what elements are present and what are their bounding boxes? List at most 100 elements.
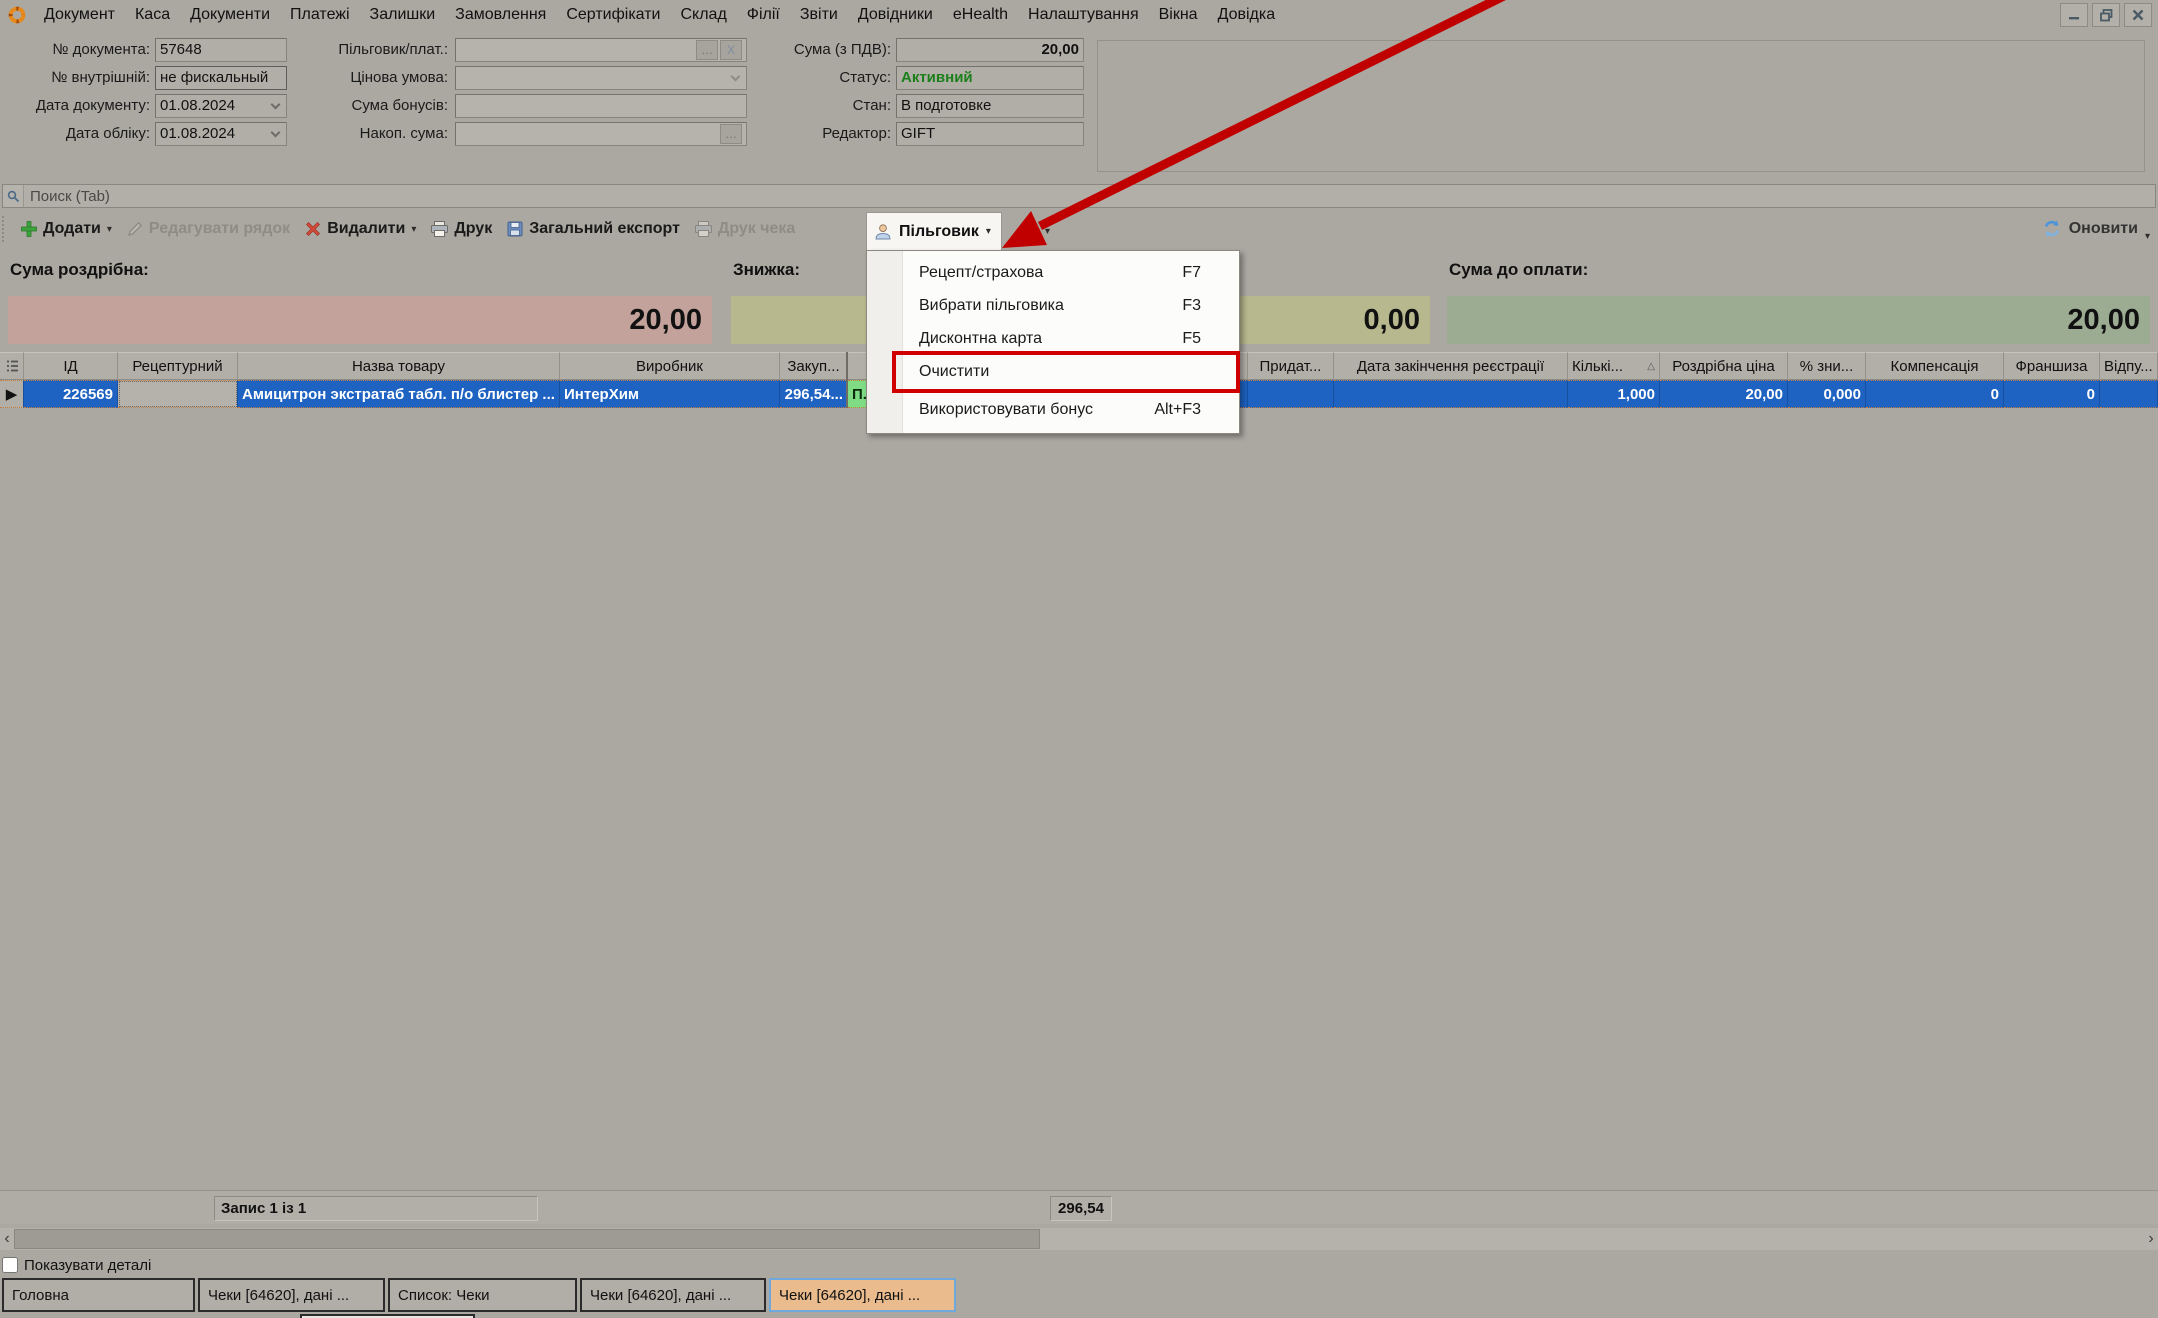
doc-number-value: 57648 — [160, 39, 282, 61]
column-header-recipe[interactable]: Рецептурний — [118, 352, 238, 380]
grid-footer: Запис 1 із 1 296,54 — [0, 1190, 2158, 1224]
tab-checks-active[interactable]: Чеки [64620], дані ... — [769, 1278, 956, 1312]
menu-item-label: Використовувати бонус — [919, 393, 1154, 426]
refresh-button[interactable]: Оновити ▾ — [2041, 212, 2150, 246]
cell-reg-end-date[interactable] — [1334, 380, 1568, 408]
sort-lines-icon — [1016, 222, 1036, 240]
menu-item-select-beneficiary[interactable]: Вибрати пільговика F3 — [867, 289, 1239, 322]
cell-franchise[interactable]: 0 — [2004, 380, 2100, 408]
internal-number-label: № внутрішній: — [8, 66, 150, 90]
menu-reports[interactable]: Звіти — [790, 0, 848, 30]
search-input[interactable] — [24, 185, 2155, 207]
menu-settings[interactable]: Налаштування — [1018, 0, 1149, 30]
menu-branches[interactable]: Філії — [737, 0, 790, 30]
price-condition-select[interactable] — [455, 66, 747, 90]
ellipsis-button[interactable]: … — [696, 40, 718, 60]
chevron-down-icon[interactable] — [731, 72, 741, 82]
bonus-sum-field[interactable] — [455, 94, 747, 118]
menu-ehealth[interactable]: eHealth — [943, 0, 1018, 30]
column-header-compensation[interactable]: Компенсація — [1866, 352, 2004, 380]
scrollbar-thumb[interactable] — [14, 1229, 1040, 1249]
tab-checks-1[interactable]: Чеки [64620], дані ... — [198, 1278, 385, 1312]
print-label: Друк — [454, 220, 492, 238]
doc-number-field[interactable]: 57648 — [155, 38, 287, 62]
beneficiary-button[interactable]: Пільговик ▾ — [866, 212, 1002, 250]
menu-warehouse[interactable]: Склад — [670, 0, 736, 30]
delete-button[interactable]: Видалити ▾ — [297, 212, 423, 246]
cell-manufacturer[interactable]: ИнтерХим — [560, 380, 780, 408]
cell-dispense[interactable] — [2100, 380, 2158, 408]
accum-sum-field[interactable]: … — [455, 122, 747, 146]
column-header-id[interactable]: ІД — [24, 352, 118, 380]
print-button[interactable]: Друк — [423, 212, 499, 246]
sum-vat-value: 20,00 — [901, 39, 1079, 61]
menu-kasa[interactable]: Каса — [125, 0, 180, 30]
cell-purchase[interactable]: 296,54... — [780, 380, 848, 408]
menu-help[interactable]: Довідка — [1208, 0, 1286, 30]
column-header-discount-pct[interactable]: % зни... — [1788, 352, 1866, 380]
cell-compensation[interactable]: 0 — [1866, 380, 2004, 408]
column-header-reg-end-date[interactable]: Дата закінчення реєстрації — [1334, 352, 1568, 380]
cell-product-name[interactable]: Амицитрон экстратаб табл. п/о блистер ..… — [238, 380, 560, 408]
doc-date-field[interactable]: 01.08.2024 — [155, 94, 287, 118]
clear-x-button[interactable]: X — [720, 40, 742, 60]
column-header-dispense[interactable]: Відпу... — [2100, 352, 2158, 380]
pencil-icon — [126, 220, 144, 238]
minimize-button[interactable] — [2060, 3, 2088, 27]
edit-row-label: Редагувати рядок — [149, 220, 290, 238]
menu-item-recipe-insurance[interactable]: Рецепт/страхова F7 — [867, 256, 1239, 289]
column-header-franchise[interactable]: Франшиза — [2004, 352, 2100, 380]
restore-icon — [2100, 9, 2113, 22]
chevron-down-icon[interactable] — [271, 100, 281, 110]
cell-expiry[interactable] — [1248, 380, 1334, 408]
horizontal-scrollbar[interactable]: ‹ › — [0, 1228, 2158, 1250]
internal-number-field[interactable]: не фискальный — [155, 66, 287, 90]
scroll-right-arrow[interactable]: › — [2144, 1228, 2158, 1250]
ellipsis-button[interactable]: … — [720, 124, 742, 144]
cell-qty[interactable]: 1,000 — [1568, 380, 1660, 408]
account-date-field[interactable]: 01.08.2024 — [155, 122, 287, 146]
menu-document[interactable]: Документ — [34, 0, 125, 30]
column-header-retail-price[interactable]: Роздрібна ціна — [1660, 352, 1788, 380]
refresh-label: Оновити — [2069, 220, 2138, 238]
cell-retail-price[interactable]: 20,00 — [1660, 380, 1788, 408]
tab-checks-2[interactable]: Чеки [64620], дані ... — [580, 1278, 766, 1312]
sort-options-button[interactable]: ▾ — [1010, 215, 1056, 247]
menu-payments[interactable]: Платежі — [280, 0, 360, 30]
state-value: В подготовке — [901, 95, 1079, 117]
cell-recipe-focused[interactable] — [118, 380, 238, 408]
show-details-checkbox[interactable] — [2, 1257, 18, 1273]
state-label: Стан: — [755, 94, 891, 118]
close-button[interactable] — [2124, 3, 2152, 27]
chevron-down-icon[interactable] — [271, 128, 281, 138]
menu-documents[interactable]: Документи — [180, 0, 280, 30]
tab-checks-list[interactable]: Список: Чеки — [388, 1278, 577, 1312]
tab-main[interactable]: Головна — [2, 1278, 195, 1312]
doc-date-label: Дата документу: — [8, 94, 150, 118]
add-button[interactable]: Додати ▾ — [13, 212, 119, 246]
accum-sum-label: Накоп. сума: — [300, 122, 448, 146]
cell-discount-pct[interactable]: 0,000 — [1788, 380, 1866, 408]
total-payable-panel: Сума до оплати: 20,00 — [1443, 252, 2156, 346]
export-button[interactable]: Загальний експорт — [499, 212, 687, 246]
menu-windows[interactable]: Вікна — [1149, 0, 1208, 30]
restore-button[interactable] — [2092, 3, 2120, 27]
menu-orders[interactable]: Замовлення — [445, 0, 556, 30]
toolbar-grip[interactable] — [2, 216, 7, 242]
plus-icon — [20, 220, 38, 238]
chevron-down-icon: ▾ — [107, 224, 112, 235]
column-header-qty[interactable]: Кількі... △ — [1568, 352, 1660, 380]
column-header-product-name[interactable]: Назва товару — [238, 352, 560, 380]
menu-stock[interactable]: Залишки — [360, 0, 446, 30]
column-header-corner[interactable] — [0, 352, 24, 380]
cell-id[interactable]: 226569 — [24, 380, 118, 408]
row-selector[interactable]: ▶ — [0, 380, 24, 408]
column-header-manufacturer[interactable]: Виробник — [560, 352, 780, 380]
beneficiary-payer-field[interactable]: … X — [455, 38, 747, 62]
menu-certificates[interactable]: Сертифікати — [556, 0, 670, 30]
menu-item-use-bonus[interactable]: Використовувати бонус Alt+F3 — [867, 393, 1239, 426]
column-header-purchase[interactable]: Закуп... — [780, 352, 848, 380]
column-header-expiry[interactable]: Придат... — [1248, 352, 1334, 380]
scroll-left-arrow[interactable]: ‹ — [0, 1228, 14, 1250]
menu-directories[interactable]: Довідники — [848, 0, 943, 30]
